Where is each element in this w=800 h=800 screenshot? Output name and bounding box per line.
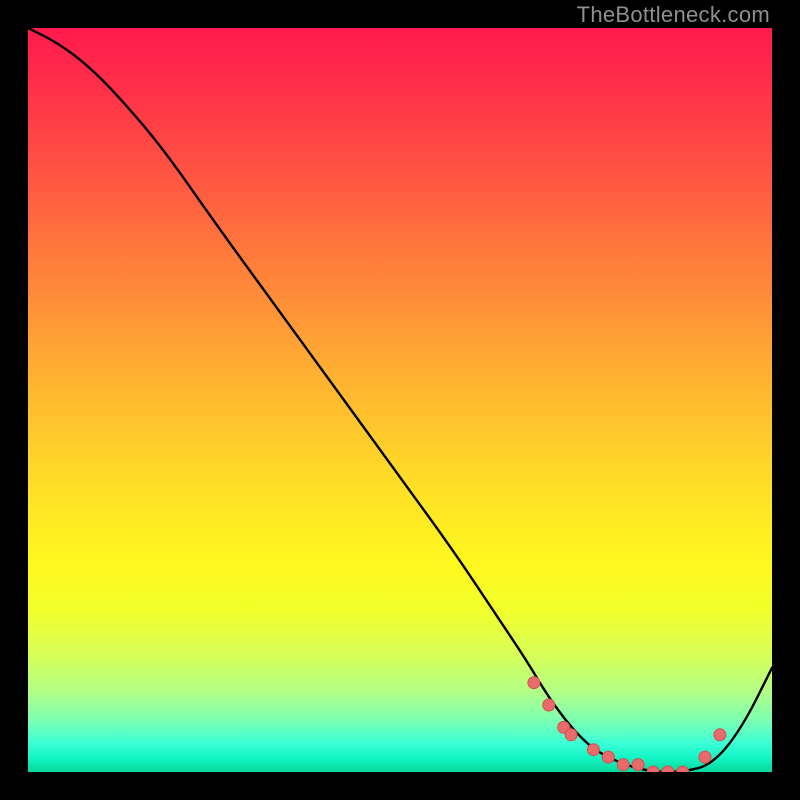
valley-marker bbox=[543, 699, 555, 711]
valley-marker bbox=[647, 766, 659, 772]
valley-marker bbox=[602, 751, 614, 763]
watermark-text: TheBottleneck.com bbox=[577, 2, 770, 28]
bottleneck-curve bbox=[28, 28, 772, 772]
valley-marker bbox=[677, 766, 689, 772]
chart-svg bbox=[28, 28, 772, 772]
valley-marker bbox=[714, 729, 726, 741]
valley-marker bbox=[632, 759, 644, 771]
outer-frame: TheBottleneck.com bbox=[0, 0, 800, 800]
valley-marker bbox=[617, 759, 629, 771]
valley-marker bbox=[565, 729, 577, 741]
valley-markers-group bbox=[528, 677, 726, 772]
valley-marker bbox=[587, 744, 599, 756]
valley-marker bbox=[528, 677, 540, 689]
valley-marker bbox=[662, 766, 674, 772]
valley-marker bbox=[699, 751, 711, 763]
gradient-plot-area bbox=[28, 28, 772, 772]
